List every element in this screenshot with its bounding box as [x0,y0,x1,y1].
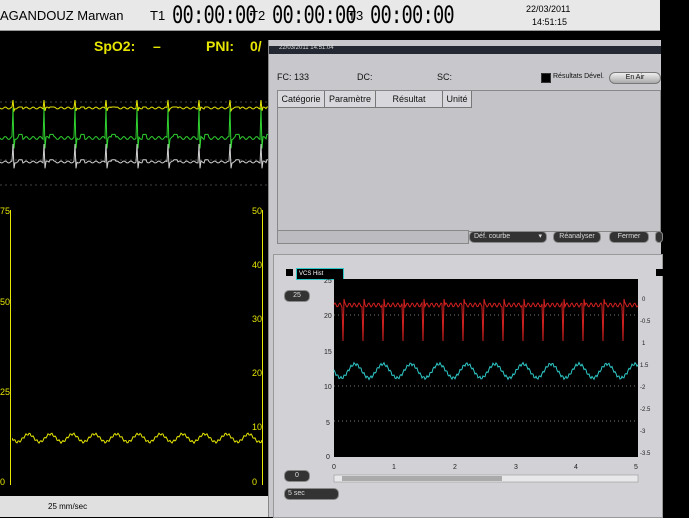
bottom-status-bar: 25 mm/sec [0,496,268,517]
extra-button[interactable] [655,231,663,243]
timer-3-label: T3 [348,8,364,23]
y-tick-25: 25 [324,279,332,285]
right-checkbox[interactable] [656,269,663,276]
x-tick-4: 4 [574,464,578,471]
results-table: Catégorie Paramètre Résultat Unité [277,90,661,232]
col-header-resultat[interactable]: Résultat [376,91,443,108]
x-tick-3: 3 [514,464,518,471]
timer-1-label: T1 [150,8,166,23]
header-date: 22/03/2011 [526,4,571,14]
r-tick-4: -2 [640,385,646,391]
x-tick-2: 2 [453,464,457,471]
y-tick-0: 0 [326,454,330,461]
vcs-checkbox[interactable] [286,269,293,276]
r-tick-1: -0.5 [640,319,651,325]
curve-dropdown[interactable]: Déf. courbe ▾ [469,231,547,243]
chevron-down-icon: ▾ [538,233,542,240]
x-tick-0: 0 [332,464,336,471]
scrollbar-thumb[interactable] [342,476,502,481]
patient-header: AGANDOUZ Marwan T1 00:00:00 T2 00:00:00 … [0,0,660,31]
offset-select[interactable]: 0 [284,470,310,482]
reanalyze-button[interactable]: Réanalyser [553,231,601,243]
close-button[interactable]: Fermer [609,231,649,243]
ecg-waveforms [0,99,268,186]
r-tick-0: 0 [642,297,646,303]
scale-select-value: 25 [293,292,301,299]
analysis-dialog: 22/03/2011 14:51:04 FC: 133 DC: SC: Résu… [268,40,663,518]
left-tick-50: 50 [0,297,11,307]
right-tick-30: 30 [252,314,263,324]
scale-select[interactable]: 25 [284,290,310,302]
y-tick-20: 20 [324,313,332,320]
ecg-wave-1 [0,107,268,149]
y-tick-10: 10 [324,384,332,391]
results-checkbox[interactable] [541,73,551,83]
r-tick-3: 1.5 [640,363,649,369]
r-tick-2: 1 [642,341,646,347]
y-tick-5: 5 [326,420,330,427]
r-tick-6: -3 [640,429,646,435]
left-axis-line [10,210,11,485]
dialog-timestamp: 22/03/2011 14:51:04 [279,45,334,51]
col-header-categorie[interactable]: Catégorie [278,91,325,108]
right-tick-50: 50 [252,206,263,216]
spo2-value: – [153,38,161,54]
col-header-parametre[interactable]: Paramètre [325,91,376,108]
pni-label: PNI: [206,38,234,54]
right-axis-line [262,210,263,485]
vcs-hist-label: VCS Hist [299,271,324,277]
right-tick-40: 40 [252,260,263,270]
pni-value: 0/ [250,38,262,54]
left-tick-0: 0 [0,477,6,487]
pressure-trend-wave [12,432,262,445]
r-tick-7: -3.5 [640,451,651,457]
left-tick-25: 25 [0,387,11,397]
left-tick-75: 75 [0,206,11,216]
timer-2-label: T2 [250,8,266,23]
dialog-titlebar[interactable]: 22/03/2011 14:51:04 [269,45,661,54]
sweep-speed: 25 mm/sec [48,502,88,511]
col-header-unite[interactable]: Unité [443,91,472,108]
duration-select[interactable]: 5 sec [284,488,339,500]
fc-label: FC: 133 [277,72,310,82]
status-field [277,230,469,244]
ecg-wave-2 [0,143,268,169]
waveform-panel: VCS Hist 25 0 5 sec 25 20 15 10 5 0 0 1 … [273,254,663,518]
timer-3-value: 00:00:00 [370,1,455,29]
sc-label: SC: [437,72,453,82]
results-checkbox-label: Résultats Dével. [553,73,604,80]
timer-2-value: 00:00:00 [272,1,357,29]
waveform-plot: 25 20 15 10 5 0 0 1 2 3 4 5 0 -0.5 1 1.5… [324,279,651,483]
y-tick-15: 15 [324,349,332,356]
dc-label: DC: [357,72,373,82]
en-air-button[interactable]: En Air [609,72,661,84]
header-time: 14:51:15 [532,17,568,27]
spo2-label: SpO2: [94,38,136,54]
right-tick-20: 20 [252,368,263,378]
duration-select-value: 5 sec [288,490,305,497]
curve-dropdown-value: Déf. courbe [474,233,511,240]
x-tick-1: 1 [392,464,396,471]
patient-name: AGANDOUZ Marwan [0,8,124,23]
timer-1-value: 00:00:00 [172,1,257,29]
right-tick-0: 0 [252,477,258,487]
r-tick-5: -2.5 [640,407,651,413]
offset-select-value: 0 [295,472,299,479]
x-tick-5: 5 [634,464,638,471]
